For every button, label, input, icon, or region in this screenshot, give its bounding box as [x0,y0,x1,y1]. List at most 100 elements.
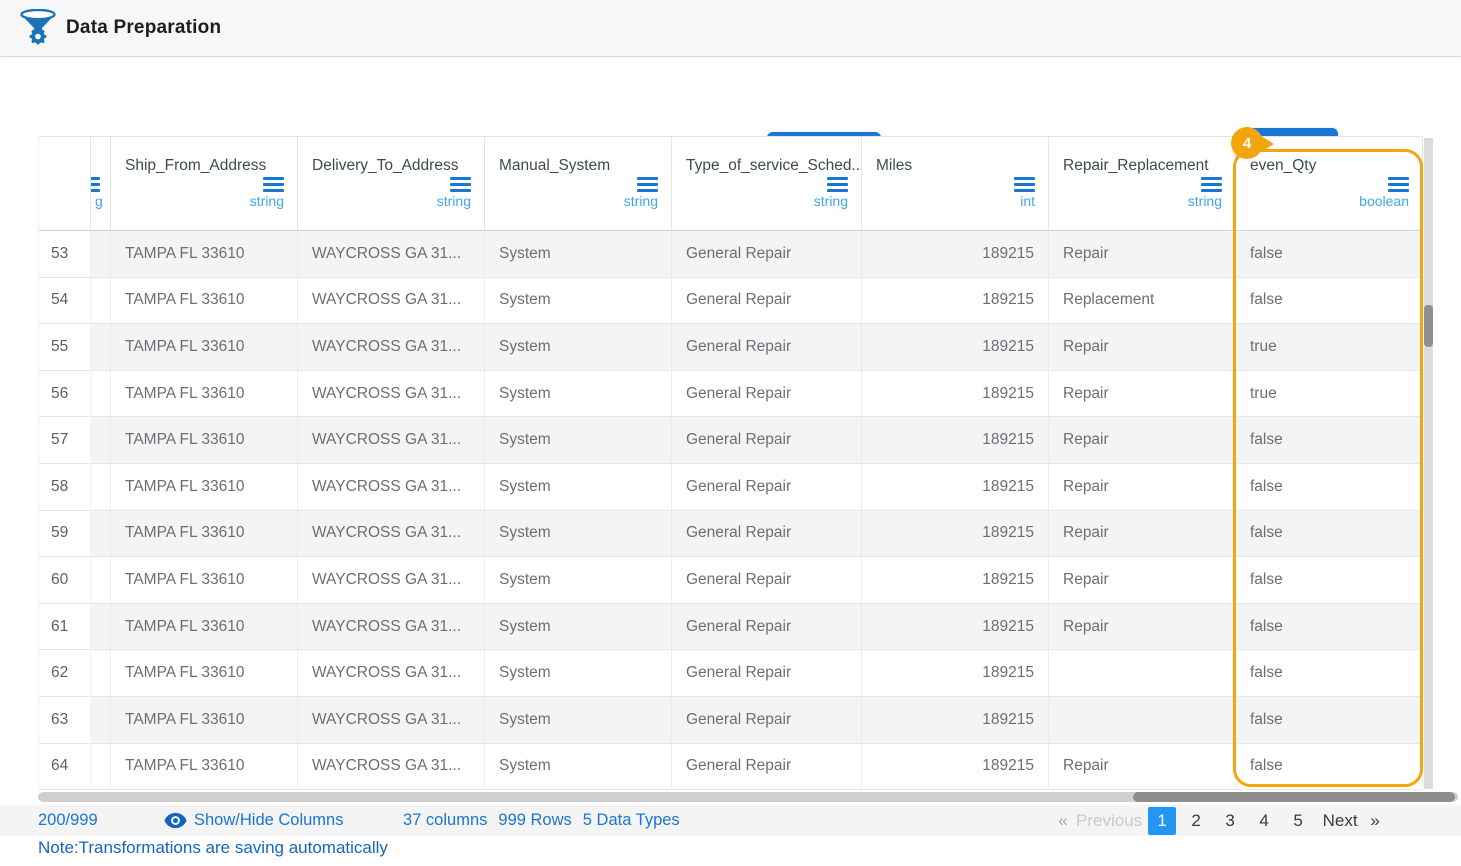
row-number-cell: 58 [39,464,91,510]
table-cell: WAYCROSS GA 31... [298,417,485,463]
table-cell: WAYCROSS GA 31... [298,464,485,510]
column-menu-icon[interactable] [827,177,848,192]
table-cell: General Repair [672,464,862,510]
page-4-button[interactable]: 4 [1250,807,1278,835]
column-type-label: string [814,193,848,209]
row-number-cell: 57 [39,417,91,463]
table-cell: Replacement [1049,278,1236,324]
column-menu-icon[interactable] [263,177,284,192]
table-row[interactable]: 63TAMPA FL 33610WAYCROSS GA 31...SystemG… [39,697,1422,744]
table-cell: false [1236,511,1423,557]
table-row[interactable]: 55TAMPA FL 33610WAYCROSS GA 31...SystemG… [39,324,1422,371]
row-number-cell: 53 [39,231,91,277]
row-number-cell: 55 [39,324,91,370]
table-cell: Repair [1049,744,1236,790]
table-cell: 189215 [862,744,1049,790]
table-cell: System [485,557,672,603]
table-row[interactable]: 64TAMPA FL 33610WAYCROSS GA 31...SystemG… [39,744,1422,791]
table-row[interactable]: 56TAMPA FL 33610WAYCROSS GA 31...SystemG… [39,371,1422,418]
column-type-label: string [437,193,471,209]
column-header-Miles[interactable]: Milesint [862,137,1049,230]
column-header-Type_of_service_Sched...[interactable]: Type_of_service_Sched...string [672,137,862,230]
column-header-Delivery_To_Address[interactable]: Delivery_To_Addressstring [298,137,485,230]
table-cell: TAMPA FL 33610 [111,464,298,510]
table-cell: WAYCROSS GA 31... [298,371,485,417]
column-menu-icon[interactable] [1201,177,1222,192]
table-row[interactable]: 60TAMPA FL 33610WAYCROSS GA 31...SystemG… [39,557,1422,604]
column-type-label: int [1020,193,1035,209]
column-header-even_Qty[interactable]: even_Qtyboolean [1236,137,1423,230]
column-header-Ship_From_Address[interactable]: Ship_From_Addressstring [111,137,298,230]
table-row[interactable]: 61TAMPA FL 33610WAYCROSS GA 31...SystemG… [39,604,1422,651]
table-cell: false [1236,697,1423,743]
table-cell: true [1236,324,1423,370]
column-type-label: boolean [1359,193,1409,209]
vertical-scrollbar-thumb[interactable] [1424,305,1433,347]
table-row[interactable]: 53TAMPA FL 33610WAYCROSS GA 31...SystemG… [39,231,1422,278]
show-hide-columns-button[interactable]: Show/Hide Columns [164,805,343,836]
partial-column-cell [91,511,111,557]
partial-column-cell [91,231,111,277]
column-menu-icon[interactable] [1014,177,1035,192]
table-cell: WAYCROSS GA 31... [298,231,485,277]
toolbar: StorePrep_1 0 Skip Rows 1000 N Rows [0,57,1461,136]
table-cell: TAMPA FL 33610 [111,324,298,370]
table-cell: 189215 [862,417,1049,463]
column-menu-icon[interactable] [637,177,658,192]
column-header-Manual_System[interactable]: Manual_Systemstring [485,137,672,230]
table-cell: 189215 [862,650,1049,696]
table-cell: System [485,697,672,743]
column-menu-icon[interactable] [1388,177,1409,192]
table-cell: WAYCROSS GA 31... [298,511,485,557]
next-page-button[interactable]: Next [1318,807,1362,835]
column-name: Delivery_To_Address [312,157,458,175]
table-cell: WAYCROSS GA 31... [298,604,485,650]
table-cell: System [485,511,672,557]
partial-column-cell [91,697,111,743]
rows-count: 999 Rows [498,811,571,830]
row-number-cell: 54 [39,278,91,324]
table-body: 53TAMPA FL 33610WAYCROSS GA 31...SystemG… [39,231,1422,790]
table-cell: WAYCROSS GA 31... [298,697,485,743]
column-header-partial: g [91,137,111,230]
table-cell: Repair [1049,231,1236,277]
column-type-label: string [624,193,658,209]
table-row[interactable]: 62TAMPA FL 33610WAYCROSS GA 31...SystemG… [39,650,1422,697]
column-menu-icon[interactable] [450,177,471,192]
row-number-cell: 63 [39,697,91,743]
table-cell: Repair [1049,417,1236,463]
table-cell: Repair [1049,324,1236,370]
footer-bar: 200/999 Show/Hide Columns 37 columns 999… [0,805,1461,836]
column-type-label: string [250,193,284,209]
partial-column-cell [91,650,111,696]
first-page-button[interactable]: « [1056,807,1070,835]
columns-count: 37 columns [403,811,487,830]
table-cell: General Repair [672,371,862,417]
table-row[interactable]: 54TAMPA FL 33610WAYCROSS GA 31...SystemG… [39,278,1422,325]
table-row[interactable]: 58TAMPA FL 33610WAYCROSS GA 31...SystemG… [39,464,1422,511]
table-cell: Repair [1049,557,1236,603]
partial-column-cell [91,324,111,370]
table-row[interactable]: 57TAMPA FL 33610WAYCROSS GA 31...SystemG… [39,417,1422,464]
page-3-button[interactable]: 3 [1216,807,1244,835]
row-number-cell: 62 [39,650,91,696]
table-cell: false [1236,650,1423,696]
partial-column-cell [91,464,111,510]
page-1-button[interactable]: 1 [1148,807,1176,835]
table-cell: General Repair [672,417,862,463]
vertical-scrollbar-track[interactable] [1424,138,1433,789]
table-cell: 189215 [862,231,1049,277]
page-5-button[interactable]: 5 [1284,807,1312,835]
horizontal-scrollbar-thumb[interactable] [1133,792,1455,802]
partial-column-cell [91,278,111,324]
column-name: Repair_Replacement [1063,157,1209,175]
horizontal-scrollbar-track[interactable] [38,792,1458,802]
table-cell: 189215 [862,511,1049,557]
page-title: Data Preparation [66,17,221,39]
last-page-button[interactable]: » [1368,807,1382,835]
table-cell: false [1236,744,1423,790]
table-row[interactable]: 59TAMPA FL 33610WAYCROSS GA 31...SystemG… [39,511,1422,558]
previous-page-button[interactable]: Previous [1076,807,1142,835]
page-2-button[interactable]: 2 [1182,807,1210,835]
column-header-Repair_Replacement[interactable]: Repair_Replacementstring [1049,137,1236,230]
